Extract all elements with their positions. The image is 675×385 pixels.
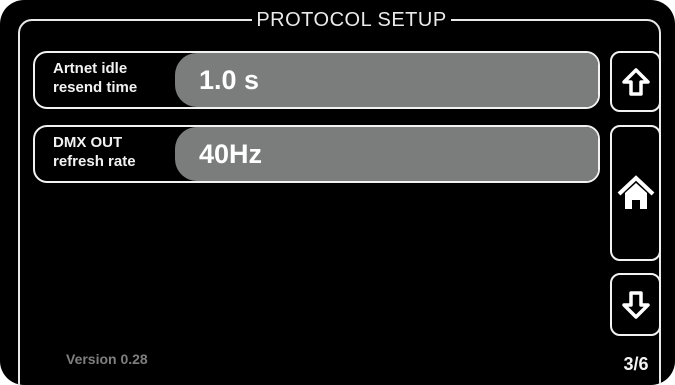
home-button[interactable] xyxy=(610,125,661,261)
arrow-down-icon xyxy=(621,290,650,319)
setting-label: Artnet idle resend time xyxy=(53,59,173,97)
setting-label: DMX OUT refresh rate xyxy=(53,133,173,171)
device-screen: PROTOCOL SETUP Artnet idle resend time 1… xyxy=(0,0,675,385)
setting-label-line1: Artnet idle xyxy=(53,60,128,77)
scroll-down-button[interactable] xyxy=(610,273,661,336)
arrow-up-icon xyxy=(621,67,650,96)
page-indicator: 3/6 xyxy=(623,354,649,374)
setting-value-field[interactable]: 40Hz xyxy=(175,127,598,181)
scroll-up-button[interactable] xyxy=(610,51,661,112)
setting-label-line2: resend time xyxy=(53,79,138,96)
setting-label-line2: refresh rate xyxy=(53,153,136,170)
setting-label-line1: DMX OUT xyxy=(53,134,123,151)
home-icon xyxy=(617,175,654,209)
setting-value-field[interactable]: 1.0 s xyxy=(175,53,598,107)
setting-row-dmx-refresh[interactable]: DMX OUT refresh rate 40Hz xyxy=(33,125,600,183)
version-label: Version 0.28 xyxy=(66,351,148,367)
setting-row-artnet-idle[interactable]: Artnet idle resend time 1.0 s xyxy=(33,51,600,109)
